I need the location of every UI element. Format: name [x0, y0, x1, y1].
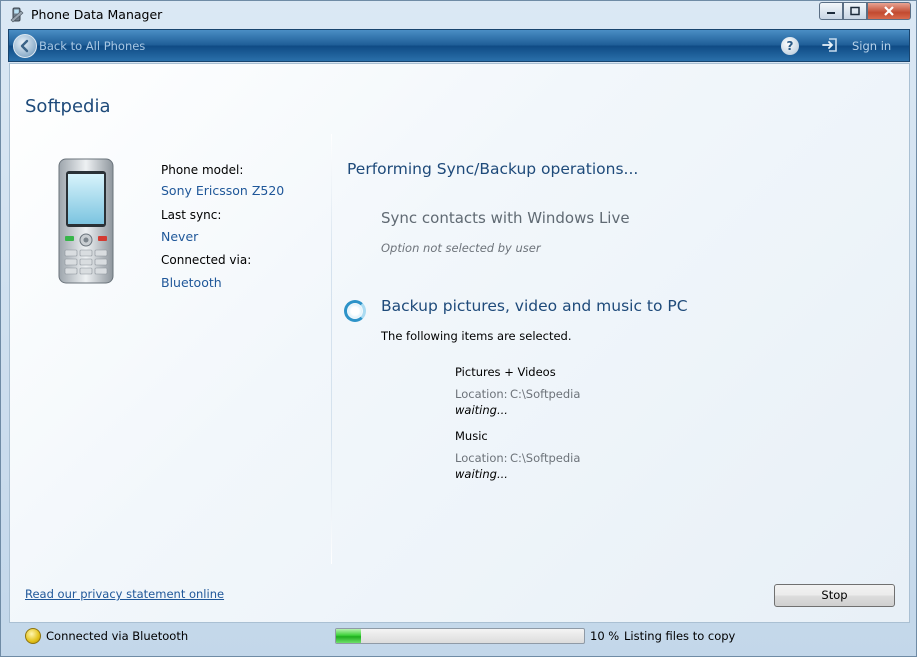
- title-bar: Phone Data Manager: [1, 1, 916, 29]
- backup-item-status: waiting...: [455, 467, 508, 481]
- backup-item-location: C:\Softpedia: [510, 451, 581, 465]
- back-arrow-icon[interactable]: [13, 34, 37, 58]
- connection-status-text: Connected via Bluetooth: [46, 629, 189, 643]
- navigation-bar: Back to All Phones ? Sign in: [8, 29, 910, 62]
- sync-contacts-note: Option not selected by user: [381, 241, 541, 255]
- close-icon: [884, 6, 894, 16]
- last-sync-label: Last sync:: [161, 208, 222, 222]
- mobile-phone-icon: [57, 157, 115, 289]
- phone-model-value: Sony Ericsson Z520: [161, 183, 285, 198]
- backup-item-name: Pictures + Videos: [455, 365, 556, 379]
- window-title: Phone Data Manager: [31, 7, 163, 22]
- status-bar: Connected via Bluetooth 10 % Listing fil…: [9, 623, 910, 650]
- panel-divider: [331, 134, 332, 564]
- last-sync-value: Never: [161, 229, 199, 244]
- account-name: Softpedia: [25, 96, 111, 117]
- backup-item-location-label: Location:: [455, 387, 508, 401]
- progress-bar-fill: [336, 629, 361, 643]
- progress-status-text: Listing files to copy: [624, 629, 736, 643]
- phone-model-label: Phone model:: [161, 163, 244, 177]
- back-label[interactable]: Back to All Phones: [39, 39, 145, 53]
- backup-item-location: C:\Softpedia: [510, 387, 581, 401]
- backup-item-name: Music: [455, 429, 488, 443]
- main-content: Softpedia Phone model: Sony Ericsson Z52…: [9, 63, 910, 623]
- help-icon[interactable]: ?: [781, 37, 799, 55]
- backup-item-status: waiting...: [455, 403, 508, 417]
- backup-item-location-label: Location:: [455, 451, 508, 465]
- stop-button[interactable]: Stop: [774, 584, 895, 607]
- backup-media-title: Backup pictures, video and music to PC: [381, 297, 688, 315]
- minimize-icon: [827, 12, 835, 14]
- maximize-button[interactable]: [843, 2, 867, 20]
- privacy-statement-link[interactable]: Read our privacy statement online: [25, 587, 224, 601]
- sync-contacts-title: Sync contacts with Windows Live: [381, 209, 630, 227]
- progress-spinner-icon: [344, 300, 366, 322]
- app-window: Phone Data Manager Back to All Phones ?: [0, 0, 917, 657]
- backup-media-subtitle: The following items are selected.: [381, 329, 572, 343]
- connected-via-label: Connected via:: [161, 253, 252, 267]
- close-button[interactable]: [867, 2, 911, 20]
- connected-via-value: Bluetooth: [161, 275, 222, 290]
- minimize-button[interactable]: [819, 2, 843, 20]
- connection-status-icon: [25, 628, 41, 644]
- progress-percent: 10 %: [590, 629, 620, 643]
- progress-bar: [335, 628, 585, 644]
- sign-in-icon[interactable]: [821, 36, 839, 54]
- maximize-icon: [850, 6, 860, 16]
- phone-tools-icon: [9, 7, 25, 23]
- operations-heading: Performing Sync/Backup operations...: [347, 160, 639, 178]
- sign-in-label[interactable]: Sign in: [852, 39, 891, 53]
